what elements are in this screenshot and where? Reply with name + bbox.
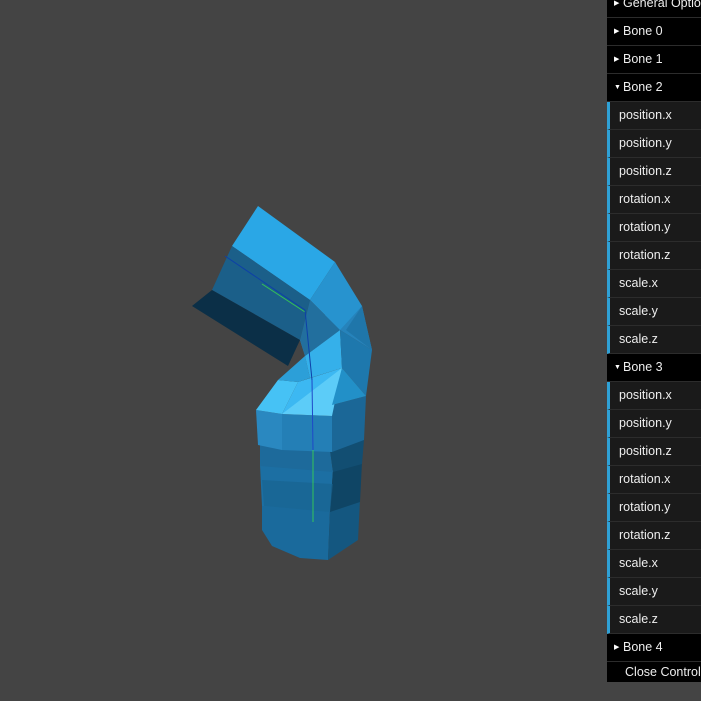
control-label: rotation.y bbox=[619, 220, 671, 234]
triangle-right-icon: ▶ bbox=[614, 56, 620, 63]
control-bone2-scale-z[interactable]: scale.z bbox=[607, 326, 701, 354]
skinned-cylinder-mesh bbox=[192, 206, 372, 560]
control-bone3-position-z[interactable]: position.z bbox=[607, 438, 701, 466]
control-label: rotation.x bbox=[619, 192, 671, 206]
triangle-down-icon: ▼ bbox=[614, 84, 621, 91]
folder-bone-1[interactable]: ▶ Bone 1 bbox=[607, 46, 701, 74]
folder-bone-2[interactable]: ▼ Bone 2 bbox=[607, 74, 701, 102]
control-label: position.y bbox=[619, 416, 672, 430]
control-bone2-position-x[interactable]: position.x bbox=[607, 102, 701, 130]
control-label: scale.x bbox=[619, 276, 658, 290]
triangle-right-icon: ▶ bbox=[614, 644, 620, 651]
control-label: scale.x bbox=[619, 556, 658, 570]
control-bone2-scale-y[interactable]: scale.y bbox=[607, 298, 701, 326]
control-label: position.z bbox=[619, 164, 672, 178]
control-label: scale.y bbox=[619, 304, 658, 318]
control-bone3-position-x[interactable]: position.x bbox=[607, 382, 701, 410]
control-bone3-scale-x[interactable]: scale.x bbox=[607, 550, 701, 578]
control-bone2-rotation-y[interactable]: rotation.y bbox=[607, 214, 701, 242]
control-label: rotation.x bbox=[619, 472, 671, 486]
control-bone3-scale-y[interactable]: scale.y bbox=[607, 578, 701, 606]
folder-bone-4[interactable]: ▶ Bone 4 bbox=[607, 634, 701, 662]
folder-title: Bone 0 bbox=[623, 24, 663, 38]
control-bone3-rotation-z[interactable]: rotation.z bbox=[607, 522, 701, 550]
control-bone2-position-z[interactable]: position.z bbox=[607, 158, 701, 186]
control-bone2-rotation-x[interactable]: rotation.x bbox=[607, 186, 701, 214]
triangle-right-icon: ▶ bbox=[614, 28, 620, 35]
triangle-down-icon: ▼ bbox=[614, 364, 621, 371]
close-controls-label: Close Controls bbox=[625, 665, 701, 679]
control-label: rotation.y bbox=[619, 500, 671, 514]
close-controls-button[interactable]: Close Controls bbox=[607, 662, 701, 682]
control-bone3-rotation-y[interactable]: rotation.y bbox=[607, 494, 701, 522]
control-label: scale.y bbox=[619, 584, 658, 598]
folder-title: Bone 1 bbox=[623, 52, 663, 66]
folder-title: Bone 2 bbox=[623, 80, 663, 94]
control-label: position.x bbox=[619, 108, 672, 122]
control-label: scale.z bbox=[619, 612, 658, 626]
3d-viewport[interactable] bbox=[0, 0, 607, 701]
control-label: scale.z bbox=[619, 332, 658, 346]
control-label: position.z bbox=[619, 444, 672, 458]
control-label: rotation.z bbox=[619, 528, 671, 542]
control-bone2-scale-x[interactable]: scale.x bbox=[607, 270, 701, 298]
control-label: position.x bbox=[619, 388, 672, 402]
folder-title: Bone 4 bbox=[623, 640, 663, 654]
triangle-right-icon: ▶ bbox=[614, 0, 620, 7]
folder-title: Bone 3 bbox=[623, 360, 663, 374]
folder-bone-0[interactable]: ▶ Bone 0 bbox=[607, 18, 701, 46]
folder-title: General Options bbox=[623, 0, 701, 10]
folder-general-options[interactable]: ▶ General Options bbox=[607, 0, 701, 18]
control-bone3-position-y[interactable]: position.y bbox=[607, 410, 701, 438]
control-label: rotation.z bbox=[619, 248, 671, 262]
control-label: position.y bbox=[619, 136, 672, 150]
dat-gui-panel: ▶ General Options ▶ Bone 0 ▶ Bone 1 ▼ Bo… bbox=[607, 0, 701, 682]
control-bone2-rotation-z[interactable]: rotation.z bbox=[607, 242, 701, 270]
control-bone3-scale-z[interactable]: scale.z bbox=[607, 606, 701, 634]
control-bone3-rotation-x[interactable]: rotation.x bbox=[607, 466, 701, 494]
folder-bone-3[interactable]: ▼ Bone 3 bbox=[607, 354, 701, 382]
control-bone2-position-y[interactable]: position.y bbox=[607, 130, 701, 158]
